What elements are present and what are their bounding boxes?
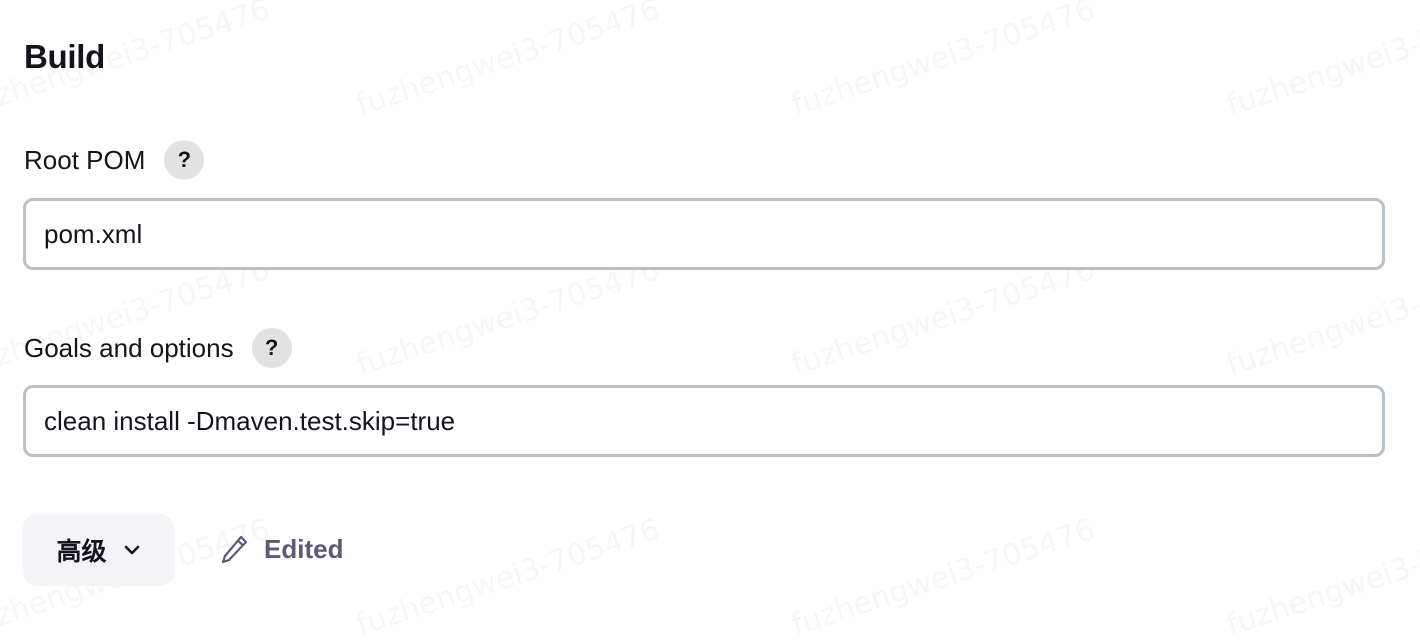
edited-status: Edited	[220, 533, 343, 565]
chevron-down-icon	[124, 545, 139, 555]
root-pom-label-row: Root POM ?	[24, 140, 205, 180]
build-section: Build Root POM ? Goals and options ? 高级 …	[0, 0, 1420, 602]
goals-options-label: Goals and options	[24, 332, 234, 363]
goals-options-help-button[interactable]: ?	[251, 328, 292, 368]
advanced-label: 高级	[56, 537, 107, 566]
edited-label: Edited	[264, 533, 344, 564]
root-pom-label: Root POM	[24, 144, 146, 175]
pencil-icon	[221, 535, 248, 564]
help-icon: ?	[177, 147, 192, 172]
goals-options-label-row: Goals and options ?	[24, 328, 292, 368]
advanced-button[interactable]: 高级	[23, 514, 174, 586]
root-pom-help-button[interactable]: ?	[164, 140, 205, 180]
help-icon: ?	[264, 335, 279, 360]
section-title: Build	[24, 38, 105, 75]
root-pom-input[interactable]	[23, 198, 1385, 270]
goals-options-input[interactable]	[23, 385, 1385, 457]
